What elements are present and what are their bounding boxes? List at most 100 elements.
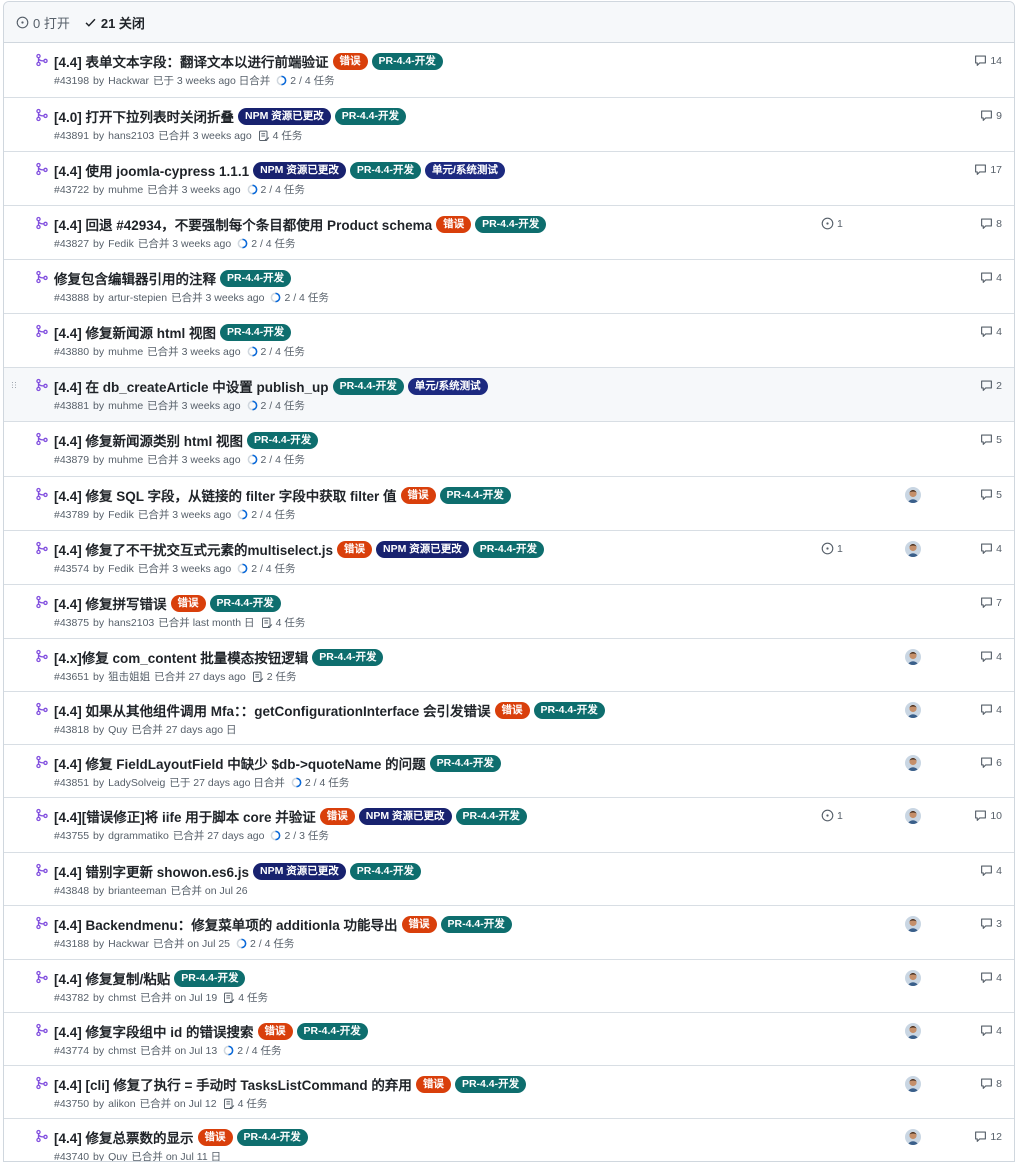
pull-request-title[interactable]: [4.4] [cli] 修复了执行 = 手动时 TasksListCommand… (54, 1074, 412, 1094)
label-pr[interactable]: PR-4.4-开发 (312, 648, 384, 666)
pull-request-number[interactable]: #43880 (54, 346, 89, 358)
label-pr[interactable]: PR-4.4-开发 (296, 1022, 368, 1040)
comments-link[interactable]: 4 (980, 703, 1002, 716)
pull-request-number[interactable]: #43574 (54, 563, 89, 575)
comments-link[interactable]: 4 (980, 650, 1002, 663)
author-link[interactable]: 狙击姐姐 (108, 669, 150, 684)
label-pr[interactable]: PR-4.4-开发 (439, 486, 511, 504)
label-bug[interactable]: 错误 (494, 701, 530, 719)
pull-request-row[interactable]: [4.4] [cli] 修复了执行 = 手动时 TasksListCommand… (4, 1066, 1014, 1119)
comments-link[interactable]: 4 (980, 1024, 1002, 1037)
pull-request-title[interactable]: [4.4] 修复总票数的显示 (54, 1127, 194, 1147)
pull-request-row[interactable]: [4.0] 打开下拉列表时关闭折叠 NPM 资源已更改 PR-4.4-开发 #4389… (4, 98, 1014, 152)
pull-request-number[interactable]: #43888 (54, 292, 89, 304)
label-pr[interactable]: PR-4.4-开发 (209, 594, 281, 612)
pull-request-number[interactable]: #43651 (54, 671, 89, 683)
label-pr[interactable]: PR-4.4-开发 (334, 107, 406, 125)
comments-link[interactable]: 4 (980, 325, 1002, 338)
label-pr[interactable]: PR-4.4-开发 (454, 1075, 527, 1093)
comments-link[interactable]: 9 (980, 109, 1002, 122)
pull-request-row[interactable]: [4.4] 修复新闻源 html 视图 PR-4.4-开发 #43880 by muhm… (4, 314, 1014, 368)
pull-request-number[interactable]: #43875 (54, 617, 89, 629)
label-pr[interactable]: PR-4.4-开发 (247, 431, 319, 449)
closed-filter-link[interactable]: 21 关闭 (84, 13, 145, 32)
label-npm[interactable]: NPM 资源已更改 (253, 161, 346, 179)
comments-link[interactable]: 2 (980, 379, 1002, 392)
label-pr[interactable]: PR-4.4-开发 (236, 1128, 308, 1146)
pull-request-row[interactable]: [4.4] 修复新闻源类别 html 视图 PR-4.4-开发 #43879 by mu… (4, 422, 1014, 477)
assignee-avatar[interactable] (905, 702, 921, 718)
comments-link[interactable]: 5 (980, 488, 1002, 501)
author-link[interactable]: Quy (108, 724, 127, 736)
author-link[interactable]: hans2103 (108, 617, 154, 629)
pull-request-number[interactable]: #43789 (54, 509, 89, 521)
assignee-avatar[interactable] (905, 1023, 921, 1039)
assignee-avatar[interactable] (905, 1129, 921, 1145)
pull-request-number[interactable]: #43879 (54, 454, 89, 466)
pull-request-title[interactable]: [4.4][错误修正]将 iife 用于脚本 core 并验证 (54, 806, 316, 826)
label-pr[interactable]: PR-4.4-开发 (349, 161, 422, 179)
linked-issue[interactable]: 1 (821, 217, 843, 230)
comments-link[interactable]: 4 (980, 971, 1002, 984)
author-link[interactable]: muhme (108, 346, 143, 358)
author-link[interactable]: muhme (108, 454, 143, 466)
pull-request-row[interactable]: 修复包含编辑器引用的注释 PR-4.4-开发 #43888 by artur-stepi… (4, 260, 1014, 314)
label-pr[interactable]: PR-4.4-开发 (475, 215, 547, 233)
label-bug[interactable]: 错误 (401, 915, 437, 933)
label-bug[interactable]: 错误 (319, 807, 355, 825)
comments-link[interactable]: 3 (980, 917, 1002, 930)
assignee-avatar[interactable] (905, 1076, 921, 1092)
pull-request-row[interactable]: [4.4] 修复总票数的显示 错误 PR-4.4-开发 #43740 by Quy 已合并 … (4, 1119, 1014, 1162)
pull-request-row[interactable]: [4.4] 修复 SQL 字段，从链接的 filter 字段中获取 filter… (4, 477, 1014, 531)
label-pr[interactable]: PR-4.4-开发 (472, 540, 544, 558)
pull-request-row[interactable]: [4.4] 修复了不干扰交互式元素的multiselect.js 错误 NPM 资源… (4, 531, 1014, 585)
label-bug[interactable]: 错误 (400, 486, 436, 504)
pull-request-title[interactable]: [4.4] 修复新闻源类别 html 视图 (54, 430, 243, 450)
pull-request-number[interactable]: #43851 (54, 777, 89, 789)
pull-request-row[interactable]: [4.4] Backendmenu：修复菜单项的 additionla 功能导出… (4, 906, 1014, 960)
label-npm[interactable]: NPM 资源已更改 (376, 540, 469, 558)
pull-request-number[interactable]: #43891 (54, 130, 89, 142)
label-pr[interactable]: PR-4.4-开发 (533, 701, 605, 719)
comments-link[interactable]: 4 (980, 542, 1002, 555)
pull-request-row[interactable]: [4.4] 修复 FieldLayoutField 中缺少 $db->quote… (4, 745, 1014, 798)
pull-request-title[interactable]: [4.4] 修复复制/粘贴 (54, 968, 170, 988)
label-pr[interactable]: PR-4.4-开发 (220, 323, 292, 341)
pull-request-number[interactable]: #43818 (54, 724, 89, 736)
pull-request-title[interactable]: [4.4] 表单文本字段：翻译文本以进行前端验证 (54, 51, 329, 71)
pull-request-number[interactable]: #43188 (54, 938, 89, 950)
pull-request-number[interactable]: #43740 (54, 1151, 89, 1162)
label-pr[interactable]: PR-4.4-开发 (349, 862, 421, 880)
pull-request-title[interactable]: [4.4] 修复字段组中 id 的错误搜索 (54, 1021, 254, 1041)
label-bug[interactable]: 错误 (197, 1128, 233, 1146)
assignee-avatar[interactable] (905, 541, 921, 557)
pull-request-row[interactable]: [4.4] 修复字段组中 id 的错误搜索 错误 PR-4.4-开发 #43774 by… (4, 1013, 1014, 1066)
author-link[interactable]: Fedik (108, 509, 134, 521)
author-link[interactable]: Hackwar (108, 75, 149, 87)
label-bug[interactable]: 错误 (436, 215, 472, 233)
comments-link[interactable]: 10 (974, 809, 1002, 822)
label-pr[interactable]: PR-4.4-开发 (455, 807, 527, 825)
label-bug[interactable]: 错误 (332, 52, 368, 70)
author-link[interactable]: muhme (108, 400, 143, 412)
pull-request-title[interactable]: [4.4] 修复了不干扰交互式元素的multiselect.js (54, 539, 333, 559)
author-link[interactable]: Hackwar (108, 938, 149, 950)
pull-request-title[interactable]: [4.4] 使用 joomla-cypress 1.1.1 (54, 160, 249, 180)
assignee-avatar[interactable] (905, 487, 921, 503)
author-link[interactable]: Quy (108, 1151, 127, 1162)
comments-link[interactable]: 12 (974, 1130, 1002, 1143)
comments-link[interactable]: 4 (980, 271, 1002, 284)
pull-request-number[interactable]: #43881 (54, 400, 89, 412)
author-link[interactable]: Fedik (108, 238, 134, 250)
pull-request-title[interactable]: [4.4] 回退 #42934，不要强制每个条目都使用 Product sche… (54, 214, 432, 234)
label-pr[interactable]: PR-4.4-开发 (371, 52, 443, 70)
pull-request-number[interactable]: #43774 (54, 1045, 89, 1057)
comments-link[interactable]: 5 (980, 433, 1002, 446)
label-bug[interactable]: 错误 (415, 1075, 451, 1093)
author-link[interactable]: LadySolveig (108, 777, 165, 789)
comments-link[interactable]: 6 (980, 756, 1002, 769)
label-bug[interactable]: 错误 (170, 594, 206, 612)
pull-request-number[interactable]: #43782 (54, 992, 89, 1004)
label-npm[interactable]: NPM 资源已更改 (238, 107, 331, 125)
label-pr[interactable]: PR-4.4-开发 (220, 269, 292, 287)
